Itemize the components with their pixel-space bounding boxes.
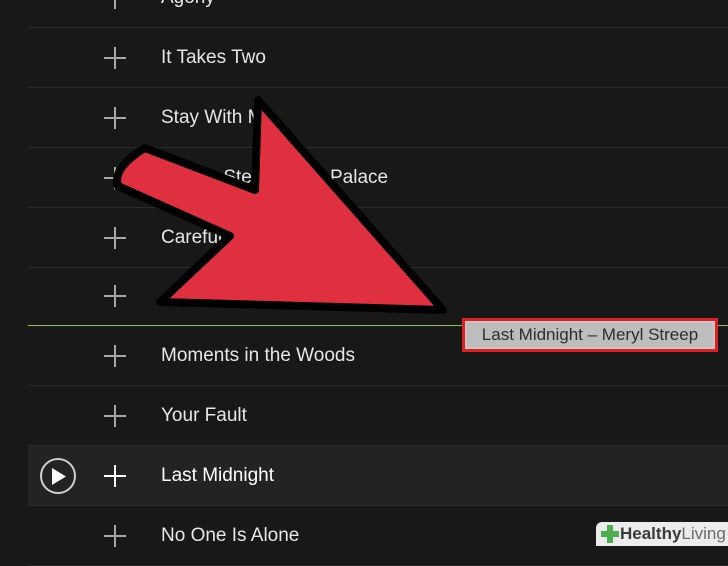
- watermark-logo: HealthyLiving: [596, 522, 728, 546]
- watermark-text: HealthyLiving: [620, 524, 726, 543]
- drag-tooltip-text: Last Midnight – Meryl Streep: [467, 323, 713, 347]
- arrow-icon: [113, 96, 447, 314]
- cross-icon: [601, 525, 619, 543]
- drag-tooltip: Last Midnight – Meryl Streep: [462, 318, 718, 352]
